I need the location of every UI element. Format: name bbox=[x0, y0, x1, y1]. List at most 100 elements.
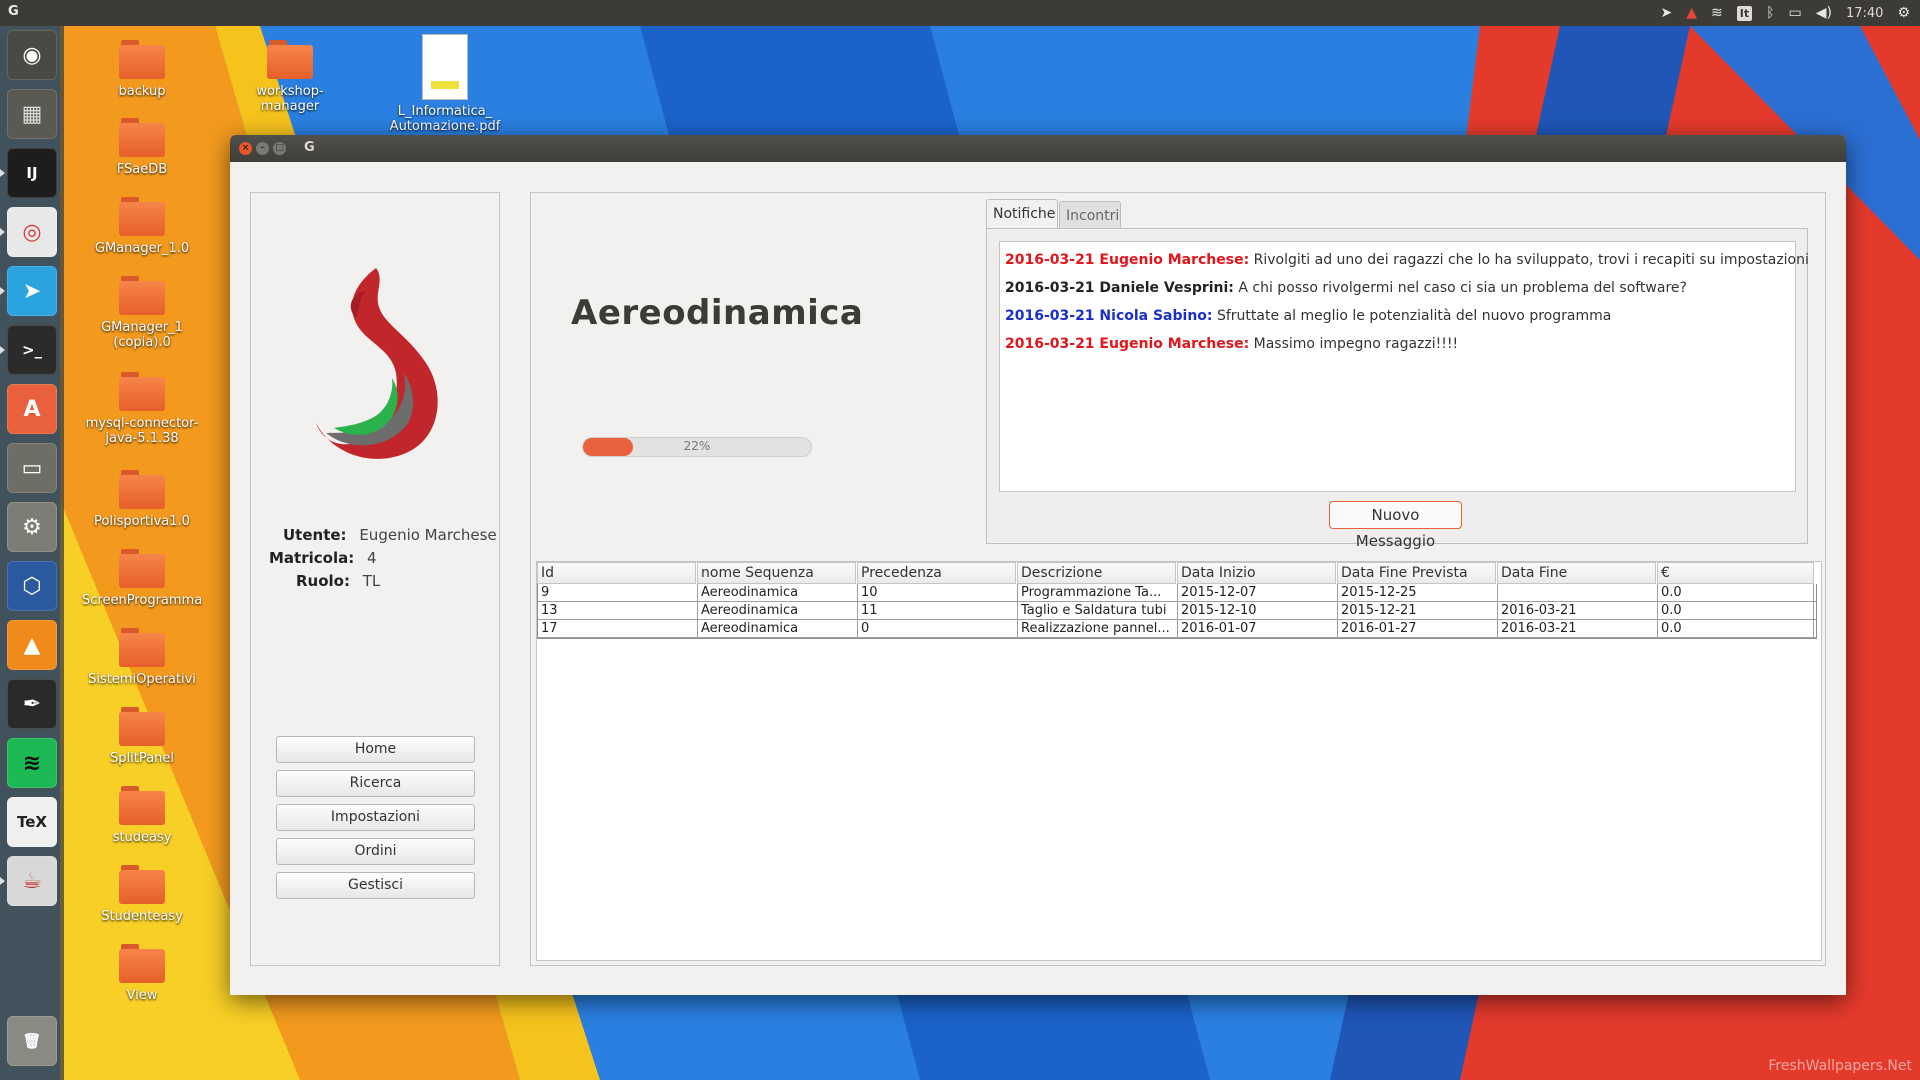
impostazioni-button[interactable]: Impostazioni bbox=[276, 804, 475, 831]
desktop-icon-label: Studenteasy bbox=[101, 909, 183, 924]
clock[interactable]: 17:40 bbox=[1846, 6, 1883, 21]
warning-tray-icon[interactable]: ▲ bbox=[1686, 5, 1697, 21]
launcher: ◉ ▦ IJ ◎ ➤ >_ A ▭ ⚙ ⬡ ▲ ✒ ≋ TeX ☕ 🗑 bbox=[0, 26, 64, 1080]
desktop-folder[interactable]: ScreenProgramma bbox=[82, 549, 202, 608]
ubuntu-dash-icon[interactable]: ◉ bbox=[7, 30, 57, 80]
maximize-icon[interactable]: □ bbox=[273, 142, 286, 155]
desktop-file-pdf[interactable]: L_Informatica_ Automazione.pdf bbox=[385, 34, 505, 134]
ordini-button[interactable]: Ordini bbox=[276, 838, 475, 865]
folder-icon bbox=[119, 786, 165, 826]
progress-label: 22% bbox=[683, 439, 711, 453]
folder-icon bbox=[119, 40, 165, 80]
ruolo-row: Ruolo: TL bbox=[296, 572, 516, 590]
pdf-file-icon bbox=[422, 34, 468, 100]
session-gear-icon[interactable]: ⚙ bbox=[1897, 5, 1910, 21]
table-cell: 13 bbox=[538, 602, 698, 620]
desktop-icon-label: workshop-manager bbox=[256, 84, 324, 114]
virtualbox-icon[interactable]: ⬡ bbox=[7, 561, 57, 611]
volume-icon[interactable]: ◀) bbox=[1816, 5, 1832, 21]
tab-incontri[interactable]: Incontri bbox=[1059, 201, 1121, 228]
tab-notifiche[interactable]: Notifiche bbox=[986, 199, 1058, 228]
desktop-icon-label: SistemiOperativi bbox=[88, 672, 196, 687]
terminal-icon[interactable]: >_ bbox=[7, 325, 57, 375]
tex-icon[interactable]: TeX bbox=[7, 797, 57, 847]
user-name-row: Utente: Eugenio Marchese bbox=[283, 526, 503, 544]
message-item: 2016-03-21 Nicola Sabino: Sfruttate al m… bbox=[1005, 306, 1790, 334]
table-row[interactable]: 17 Aereodinamica 0 Realizzazione pannel... 2… bbox=[538, 620, 1816, 638]
desktop-folder[interactable]: studeasy bbox=[82, 786, 202, 845]
bluetooth-icon[interactable]: ᛒ bbox=[1766, 5, 1774, 21]
desktop-folder[interactable]: View bbox=[82, 944, 202, 1003]
table-row[interactable]: 9 Aereodinamica 10 Programmazione Ta... 2015… bbox=[538, 584, 1816, 602]
battery-icon[interactable]: ▭ bbox=[1789, 5, 1802, 21]
column-header[interactable]: Data Fine bbox=[1497, 562, 1656, 584]
matricola-label: Matricola: bbox=[269, 549, 355, 567]
column-header[interactable]: Id bbox=[537, 562, 696, 584]
workspace-switcher-icon[interactable]: ▦ bbox=[7, 89, 57, 139]
running-indicator bbox=[0, 346, 5, 354]
matricola-row: Matricola: 4 bbox=[269, 549, 489, 567]
minimize-icon[interactable]: – bbox=[256, 142, 269, 155]
intellij-icon[interactable]: IJ bbox=[7, 148, 57, 198]
sequences-table[interactable]: Id nome Sequenza Precedenza Descrizione Data… bbox=[536, 561, 1822, 961]
file-manager-icon[interactable]: ▭ bbox=[7, 443, 57, 493]
table-header: Id nome Sequenza Precedenza Descrizione Data… bbox=[537, 562, 1821, 584]
desktop-icon-label: L_Informatica_ bbox=[397, 104, 493, 119]
nuovo-messaggio-button[interactable]: Nuovo Messaggio bbox=[1329, 501, 1462, 550]
desktop-folder[interactable]: GManager_1.0 bbox=[82, 197, 202, 256]
vlc-icon[interactable]: ▲ bbox=[7, 620, 57, 670]
column-header[interactable]: Data Fine Prevista bbox=[1337, 562, 1496, 584]
message-text: Rivolgiti ad uno dei ragazzi che lo ha s… bbox=[1249, 252, 1809, 268]
column-header[interactable]: Descrizione bbox=[1017, 562, 1176, 584]
keyboard-layout-indicator[interactable]: It bbox=[1736, 5, 1753, 21]
folder-icon bbox=[119, 197, 165, 237]
running-indicator bbox=[0, 169, 5, 177]
column-header[interactable]: Data Inizio bbox=[1177, 562, 1336, 584]
telegram-tray-icon[interactable]: ➤ bbox=[1660, 5, 1672, 21]
ricerca-button[interactable]: Ricerca bbox=[276, 770, 475, 797]
folder-icon bbox=[119, 372, 165, 412]
folder-icon bbox=[119, 118, 165, 158]
message-author: 2016-03-21 Eugenio Marchese: bbox=[1005, 252, 1250, 268]
desktop-folder-workshop-manager[interactable]: workshop-manager bbox=[230, 40, 350, 114]
message-text: A chi posso rivolgermi nel caso ci sia u… bbox=[1233, 280, 1687, 296]
chrome-icon[interactable]: ◎ bbox=[7, 207, 57, 257]
inkscape-icon[interactable]: ✒ bbox=[7, 679, 57, 729]
close-icon[interactable]: × bbox=[239, 142, 252, 155]
table-cell: Aereodinamica bbox=[698, 584, 858, 602]
desktop-folder[interactable]: SplitPanel bbox=[82, 707, 202, 766]
home-button[interactable]: Home bbox=[276, 736, 475, 763]
column-header[interactable]: € bbox=[1657, 562, 1814, 584]
spotify-icon[interactable]: ≋ bbox=[7, 738, 57, 788]
desktop-folder[interactable]: GManager_1 (copia).0 bbox=[82, 276, 202, 350]
system-settings-icon[interactable]: ⚙ bbox=[7, 502, 57, 552]
user-panel: Utente: Eugenio Marchese Matricola: 4 Ru… bbox=[250, 192, 500, 966]
java-icon[interactable]: ☕ bbox=[7, 856, 57, 906]
table-cell: 0 bbox=[858, 620, 1018, 638]
window-titlebar[interactable]: × – □ G bbox=[230, 135, 1846, 162]
table-row[interactable]: 13 Aereodinamica 11 Taglio e Saldatura tubi… bbox=[538, 602, 1816, 620]
desktop-folder[interactable]: SistemiOperativi bbox=[82, 628, 202, 687]
telegram-icon[interactable]: ➤ bbox=[7, 266, 57, 316]
wifi-icon[interactable]: ≋ bbox=[1711, 5, 1723, 21]
table-cell: 11 bbox=[858, 602, 1018, 620]
trash-icon[interactable]: 🗑 bbox=[7, 1016, 57, 1066]
column-header[interactable]: nome Sequenza bbox=[697, 562, 856, 584]
desktop-folder[interactable]: backup bbox=[82, 40, 202, 99]
desktop-folder[interactable]: Polisportiva1.0 bbox=[82, 470, 202, 529]
software-center-icon[interactable]: A bbox=[7, 384, 57, 434]
messages-list[interactable]: 2016-03-21 Eugenio Marchese: Rivolgiti a… bbox=[999, 241, 1809, 492]
desktop-folder[interactable]: Studenteasy bbox=[82, 865, 202, 924]
table-cell: Realizzazione pannel... bbox=[1018, 620, 1178, 638]
gestisci-button[interactable]: Gestisci bbox=[276, 872, 475, 899]
folder-icon bbox=[119, 628, 165, 668]
system-tray: ➤ ▲ ≋ It ᛒ ▭ ◀) 17:40 ⚙ bbox=[1660, 0, 1910, 26]
project-progress-bar: 22% bbox=[582, 437, 812, 457]
message-author: 2016-03-21 Daniele Vesprini: bbox=[1005, 280, 1234, 296]
column-header[interactable]: Precedenza bbox=[857, 562, 1016, 584]
folder-icon bbox=[119, 549, 165, 589]
active-app-name: G bbox=[8, 4, 19, 19]
desktop-folder[interactable]: mysql-connector-java-5.1.38 bbox=[82, 372, 202, 446]
table-cell: 2015-12-25 bbox=[1338, 584, 1498, 602]
desktop-folder[interactable]: FSaeDB bbox=[82, 118, 202, 177]
